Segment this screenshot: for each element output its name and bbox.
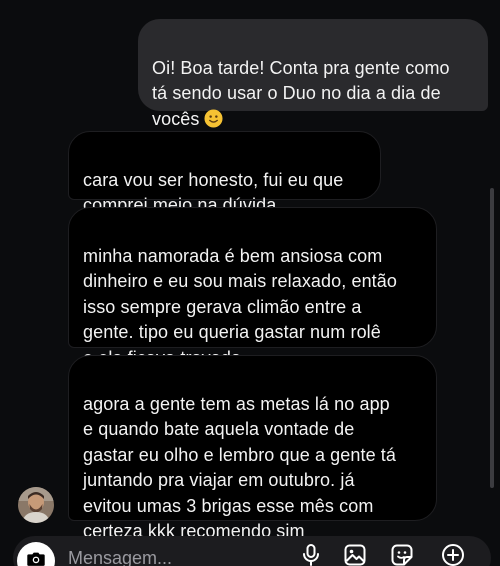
message-text: Oi! Boa tarde! Conta pra gente como tá s… [152,57,450,129]
message-text: agora a gente tem as metas lá no app e q… [83,393,397,542]
scrollbar[interactable] [490,188,494,488]
add-button[interactable] [440,543,466,566]
message-bubble-incoming[interactable]: minha namorada é bem ansiosa com dinheir… [68,207,437,368]
sticker-button[interactable] [389,544,415,566]
message-composer[interactable]: Mensagem... [13,536,491,566]
microphone-icon [300,543,322,566]
message-bubble-incoming[interactable]: cara vou ser honesto, fui eu que comprei… [68,131,381,215]
microphone-button[interactable] [298,543,324,566]
sticker-icon [390,543,414,566]
add-icon [441,543,465,566]
slightly-smiling-face-emoji [204,108,223,128]
message-bubble-incoming[interactable]: agora a gente tem as metas lá no app e q… [68,355,437,541]
camera-icon [25,548,47,566]
gallery-button[interactable] [342,544,368,566]
avatar[interactable] [18,487,54,523]
message-input[interactable]: Mensagem... [68,548,172,566]
message-bubble-outgoing[interactable]: Oi! Boa tarde! Conta pra gente como tá s… [138,19,488,129]
camera-button[interactable] [17,542,55,566]
message-text: minha namorada é bem ansiosa com dinheir… [83,245,398,368]
gallery-icon [343,543,367,566]
direct-message-thread: Oi! Boa tarde! Conta pra gente como tá s… [0,0,500,566]
